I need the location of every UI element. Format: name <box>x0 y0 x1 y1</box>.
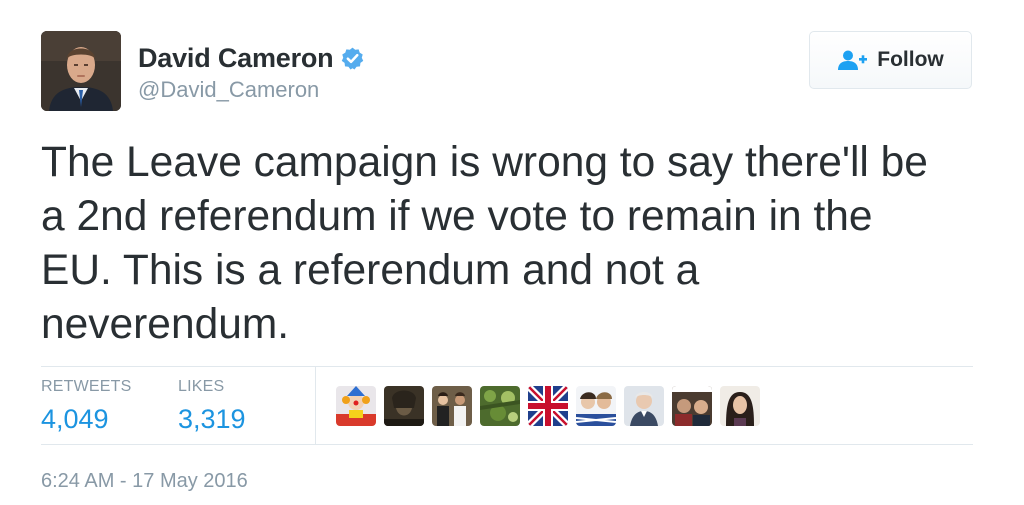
avatar[interactable] <box>41 31 121 111</box>
retweets-label: RETWEETS <box>41 378 132 395</box>
user-handle[interactable]: @David_Cameron <box>138 77 319 103</box>
retweets-count: 4,049 <box>41 404 109 434</box>
liker-avatar-green-pattern[interactable] <box>480 386 520 426</box>
likes-count: 3,319 <box>178 404 246 434</box>
liker-avatars <box>336 386 768 426</box>
liker-avatar-portrait-painting[interactable] <box>384 386 424 426</box>
follow-button-label: Follow <box>877 48 944 71</box>
tweet-timestamp[interactable]: 6:24 AM - 17 May 2016 <box>41 470 248 493</box>
stats-vertical-divider <box>315 367 316 444</box>
liker-avatar-faces[interactable] <box>576 386 616 426</box>
liker-avatar-group-photo[interactable] <box>432 386 472 426</box>
profile-photo-icon <box>41 31 121 111</box>
retweets-stat[interactable]: RETWEETS 4,049 <box>41 378 132 436</box>
tweet-text: The Leave campaign is wrong to say there… <box>41 139 928 348</box>
liker-avatar-woman[interactable] <box>720 386 760 426</box>
liker-avatar-two-faces[interactable] <box>672 386 712 426</box>
likes-label: LIKES <box>178 378 225 395</box>
likes-stat[interactable]: LIKES 3,319 <box>178 378 246 436</box>
follow-button[interactable]: Follow <box>809 31 972 89</box>
liker-avatar-elderly-man[interactable] <box>624 386 664 426</box>
display-name[interactable]: David Cameron <box>138 43 334 74</box>
liker-avatar-clown[interactable] <box>336 386 376 426</box>
follow-user-icon <box>838 50 868 70</box>
stats-divider-top <box>41 366 973 367</box>
verified-badge-icon <box>342 47 364 70</box>
liker-avatar-union-flag[interactable] <box>528 386 568 426</box>
stats-divider-bottom <box>41 444 973 445</box>
